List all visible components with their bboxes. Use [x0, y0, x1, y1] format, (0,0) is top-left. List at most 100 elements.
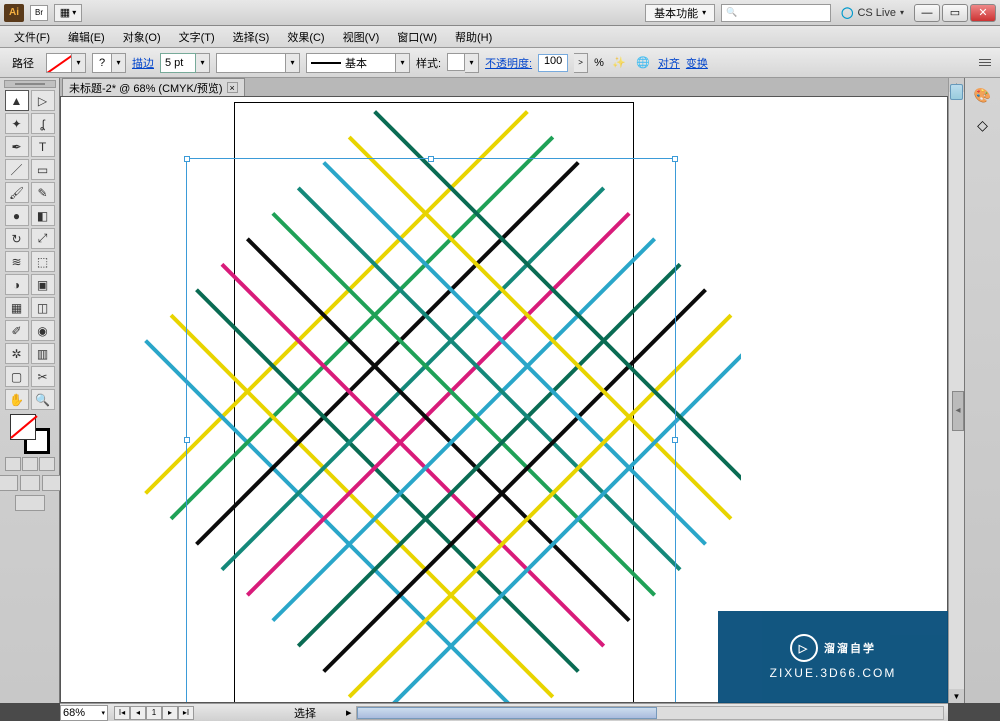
gradient-tool[interactable]: ◫	[31, 297, 55, 318]
stroke-panel-link[interactable]: 描边	[132, 55, 154, 71]
fill-dropdown[interactable]: ▾	[72, 53, 86, 73]
menu-type[interactable]: 文字(T)	[171, 27, 223, 47]
selection-handle[interactable]	[428, 156, 434, 162]
recolor-artwork-icon[interactable]: ✨	[610, 54, 628, 72]
color-mode-gradient[interactable]	[22, 457, 38, 471]
opacity-dropdown[interactable]: >	[574, 53, 588, 73]
workspace-switcher[interactable]: 基本功能	[645, 4, 715, 22]
bridge-button[interactable]: Br	[30, 5, 48, 21]
selection-handle[interactable]	[184, 437, 190, 443]
rotate-tool[interactable]: ↻	[5, 228, 29, 249]
menu-file[interactable]: 文件(F)	[6, 27, 58, 47]
blend-tool[interactable]: ◉	[31, 320, 55, 341]
close-tab-icon[interactable]: ×	[227, 82, 238, 93]
menu-window[interactable]: 窗口(W)	[389, 27, 445, 47]
control-bar: 路径 ▾ ? ▾ 描边 5 pt ▾ ▾ 基本 ▾ 样式: ▾ 不透明度: 10…	[0, 48, 1000, 78]
first-artboard-button[interactable]: I◂	[114, 706, 130, 720]
free-transform-tool[interactable]: ⬚	[31, 251, 55, 272]
perspective-tool[interactable]: ▣	[31, 274, 55, 295]
color-panel-icon[interactable]: 🎨	[971, 84, 995, 106]
document-tab[interactable]: 未标题-2* @ 68% (CMYK/预览) ×	[62, 78, 245, 97]
profile-preview[interactable]: 基本	[306, 53, 396, 73]
horizontal-scrollbar[interactable]	[356, 706, 944, 720]
selection-handle[interactable]	[672, 156, 678, 162]
menu-bar: 文件(F) 编辑(E) 对象(O) 文字(T) 选择(S) 效果(C) 视图(V…	[0, 26, 1000, 48]
rectangle-tool[interactable]: ▭	[31, 159, 55, 180]
selection-handle[interactable]	[184, 156, 190, 162]
document-tab-bar: 未标题-2* @ 68% (CMYK/预览) ×	[60, 78, 948, 96]
menu-effect[interactable]: 效果(C)	[279, 27, 332, 47]
opacity-input[interactable]: 100	[538, 54, 568, 72]
draw-behind-icon[interactable]	[20, 475, 40, 491]
artboard-tool[interactable]: ▢	[5, 366, 29, 387]
width-tool[interactable]: ≋	[5, 251, 29, 272]
hscroll-thumb[interactable]	[357, 707, 657, 719]
control-panel-menu-icon[interactable]	[976, 55, 994, 71]
profile-dropdown[interactable]: ▾	[396, 53, 410, 73]
panel-collapse-handle[interactable]: ◂	[952, 391, 964, 431]
transform-panel-link[interactable]: 变换	[686, 55, 708, 71]
slice-tool[interactable]: ✂	[31, 366, 55, 387]
menu-object[interactable]: 对象(O)	[115, 27, 169, 47]
fill-stroke-control[interactable]	[10, 414, 50, 454]
menu-edit[interactable]: 编辑(E)	[60, 27, 113, 47]
mesh-tool[interactable]: ▦	[5, 297, 29, 318]
arrange-documents-button[interactable]: ▦	[54, 4, 82, 22]
graphic-style-dropdown[interactable]: ▾	[465, 53, 479, 73]
screen-mode-button[interactable]	[15, 495, 45, 511]
eyedropper-tool[interactable]: ✐	[5, 320, 29, 341]
stroke-weight-dropdown[interactable]: ▾	[196, 53, 210, 73]
paintbrush-tool[interactable]: 🖌	[5, 182, 29, 203]
stroke-swatch[interactable]: ?	[92, 53, 112, 73]
graphic-style-swatch[interactable]	[447, 53, 465, 71]
pen-tool[interactable]: ✒	[5, 136, 29, 157]
close-button[interactable]: ✕	[970, 4, 996, 22]
stroke-dropdown[interactable]: ▾	[112, 53, 126, 73]
cs-live-button[interactable]: CS Live	[841, 6, 904, 19]
draw-inside-icon[interactable]	[42, 475, 62, 491]
menu-help[interactable]: 帮助(H)	[447, 27, 500, 47]
menu-select[interactable]: 选择(S)	[225, 27, 278, 47]
shape-builder-tool[interactable]: ◑	[5, 274, 29, 295]
color-mode-none[interactable]	[39, 457, 55, 471]
scale-tool[interactable]: ⤢	[31, 228, 55, 249]
prev-artboard-button[interactable]: ◂	[130, 706, 146, 720]
hand-tool[interactable]: ✋	[5, 389, 29, 410]
fill-swatch[interactable]	[46, 53, 72, 73]
blob-brush-tool[interactable]: ●	[5, 205, 29, 226]
line-tool[interactable]: ／	[5, 159, 29, 180]
swatches-panel-icon[interactable]: ◇	[971, 114, 995, 136]
color-mode-normal[interactable]	[5, 457, 21, 471]
selection-bounding-box[interactable]	[186, 158, 676, 703]
zoom-level-input[interactable]: 68%	[60, 705, 108, 721]
direct-selection-tool[interactable]: ▷	[31, 90, 55, 111]
brush-dropdown[interactable]: ▾	[286, 53, 300, 73]
draw-normal-icon[interactable]	[0, 475, 18, 491]
last-artboard-button[interactable]: ▸I	[178, 706, 194, 720]
magic-wand-tool[interactable]: ✦	[5, 113, 29, 134]
search-input[interactable]	[721, 4, 831, 22]
next-artboard-button[interactable]: ▸	[162, 706, 178, 720]
maximize-button[interactable]: ▭	[942, 4, 968, 22]
selection-handle[interactable]	[672, 437, 678, 443]
menu-view[interactable]: 视图(V)	[335, 27, 388, 47]
zoom-tool[interactable]: 🔍	[31, 389, 55, 410]
stroke-weight-input[interactable]: 5 pt	[160, 53, 196, 73]
tools-panel-handle[interactable]	[4, 80, 56, 88]
brush-definition[interactable]	[216, 53, 286, 73]
scroll-thumb[interactable]	[950, 84, 963, 100]
opacity-panel-link[interactable]: 不透明度:	[485, 55, 532, 71]
minimize-button[interactable]: —	[914, 4, 940, 22]
align-panel-link[interactable]: 对齐	[658, 55, 680, 71]
pencil-tool[interactable]: ✎	[31, 182, 55, 203]
select-similar-icon[interactable]: 🌐	[634, 54, 652, 72]
artboard-number-input[interactable]: 1	[146, 706, 162, 720]
eraser-tool[interactable]: ◧	[31, 205, 55, 226]
scroll-down-icon[interactable]: ▼	[949, 689, 964, 703]
fill-color-icon[interactable]	[10, 414, 36, 440]
selection-tool[interactable]: ▲	[5, 90, 29, 111]
symbol-sprayer-tool[interactable]: ✲	[5, 343, 29, 364]
column-graph-tool[interactable]: ▥	[31, 343, 55, 364]
type-tool[interactable]: T	[31, 136, 55, 157]
lasso-tool[interactable]: ʆ	[31, 113, 55, 134]
